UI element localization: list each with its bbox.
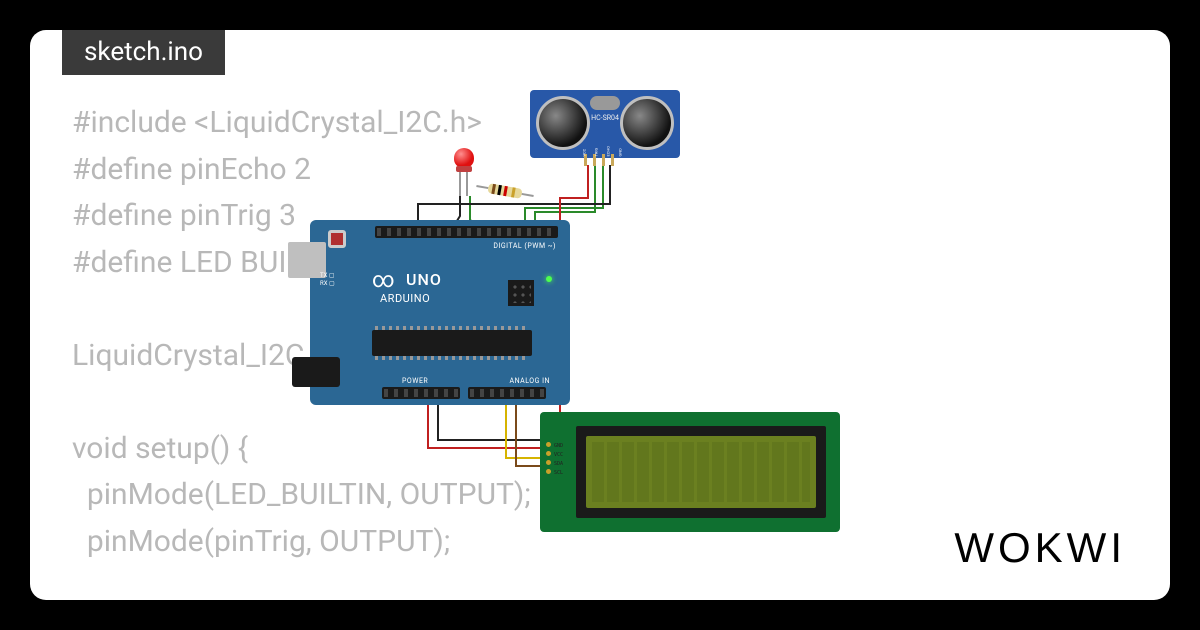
analog-label: ANALOG IN xyxy=(510,377,550,385)
lcd-char-area-icon xyxy=(586,436,816,508)
lcd-pins xyxy=(546,442,551,474)
atmega-chip-icon xyxy=(372,330,532,356)
circuit-diagram[interactable]: HC-SR04 VCC TRIG ECHO GND xyxy=(310,90,870,570)
power-label: POWER xyxy=(402,377,428,385)
resistor[interactable] xyxy=(478,181,533,200)
editor-frame: sketch.ino #include <LiquidCrystal_I2C.h… xyxy=(30,30,1170,600)
led-leg-icon xyxy=(459,170,461,196)
power-led-icon xyxy=(546,276,552,282)
file-tab-label: sketch.ino xyxy=(84,37,203,67)
wokwi-logo: WOKWI xyxy=(954,524,1126,572)
ultrasonic-transducer-icon xyxy=(536,96,590,150)
resistor-lead-icon xyxy=(522,193,534,197)
reset-button[interactable] xyxy=(328,230,346,248)
code-line: void setup() { xyxy=(72,431,248,466)
sensor-pin-labels: VCC TRIG ECHO GND xyxy=(580,150,624,155)
code-line: #define pinTrig 3 xyxy=(72,198,296,233)
analog-header[interactable] xyxy=(468,387,546,399)
ultrasonic-transducer-icon xyxy=(620,96,674,150)
icsp-header xyxy=(508,280,534,306)
sensor-label: HC-SR04 xyxy=(530,114,680,122)
power-header[interactable] xyxy=(382,387,460,399)
led-leg-icon xyxy=(466,170,468,196)
lcd-display[interactable]: GND VCC SDA SCL xyxy=(540,412,840,532)
resistor-lead-icon xyxy=(476,185,488,189)
crystal-icon xyxy=(590,96,620,110)
power-jack-icon xyxy=(292,357,340,387)
file-tab[interactable]: sketch.ino xyxy=(62,30,225,75)
ultrasonic-sensor[interactable]: HC-SR04 VCC TRIG ECHO GND xyxy=(530,90,680,158)
digital-label: DIGITAL (PWM ~) xyxy=(493,242,556,250)
txrx-labels: TX ▢RX ▢ xyxy=(320,272,335,288)
board-model-label: UNO xyxy=(406,270,442,289)
digital-header[interactable] xyxy=(375,226,558,238)
arduino-uno-board[interactable]: ∞ UNO ARDUINO DIGITAL (PWM ~) POWER ANAL… xyxy=(310,220,570,405)
logo-text: WOKWI xyxy=(954,524,1126,571)
lcd-screen xyxy=(576,426,826,518)
board-brand-label: ARDUINO xyxy=(380,292,430,305)
arduino-logo-icon: ∞ xyxy=(372,268,395,293)
lcd-pin-labels: GND VCC SDA SCL xyxy=(554,442,563,478)
red-led[interactable] xyxy=(454,148,474,168)
code-line: #define pinEcho 2 xyxy=(72,152,311,187)
code-line: #define LED BUILTI xyxy=(72,245,325,280)
